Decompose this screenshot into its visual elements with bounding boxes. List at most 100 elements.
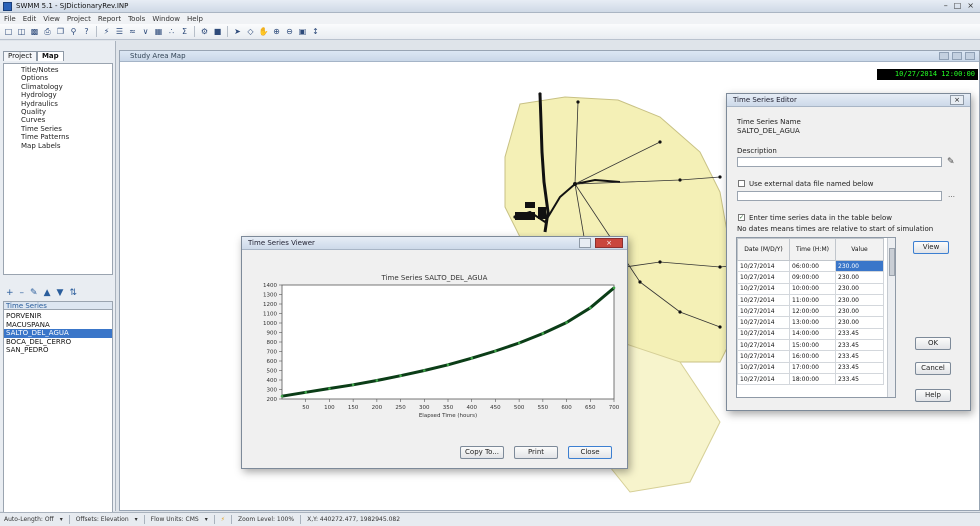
zoom-in-icon[interactable]: ⊕ bbox=[271, 26, 282, 37]
value-cell[interactable]: 233.45 bbox=[835, 339, 884, 352]
print-icon[interactable]: ⎙ bbox=[42, 26, 53, 37]
ok-button[interactable]: OK bbox=[915, 337, 951, 350]
time-cell[interactable]: 06:00:00 bbox=[789, 259, 836, 273]
date-cell[interactable]: 10/27/2014 bbox=[737, 350, 790, 363]
graph-icon[interactable]: ≈ bbox=[127, 26, 138, 37]
time-cell[interactable]: 10:00:00 bbox=[789, 282, 836, 295]
time-cell[interactable]: 11:00:00 bbox=[789, 293, 836, 307]
viewer-close-icon[interactable]: × bbox=[595, 238, 623, 248]
tree-item-quality[interactable]: Quality bbox=[7, 108, 109, 116]
select-arrow-icon[interactable]: ➤ bbox=[232, 26, 243, 37]
table-row[interactable]: 10/27/2014 17:00:00 233.45 bbox=[737, 361, 884, 374]
use-file-checkbox[interactable] bbox=[738, 180, 745, 187]
value-cell[interactable]: 230.00 bbox=[835, 259, 884, 273]
time-cell[interactable]: 12:00:00 bbox=[789, 305, 836, 318]
date-cell[interactable]: 10/27/2014 bbox=[737, 259, 790, 273]
flow-units-dropdown-icon[interactable]: ▾ bbox=[205, 516, 208, 523]
map-minimize-icon[interactable] bbox=[939, 52, 949, 60]
edit-description-icon[interactable]: ✎ bbox=[947, 157, 955, 167]
flow-units-status[interactable]: Flow Units: CMS bbox=[151, 516, 199, 523]
tree-item-title-notes[interactable]: Title/Notes bbox=[7, 66, 109, 74]
sort-icon[interactable]: ⇅ bbox=[69, 288, 77, 298]
cancel-button[interactable]: Cancel bbox=[915, 362, 951, 375]
date-cell[interactable]: 10/27/2014 bbox=[737, 271, 790, 284]
copy-to-button[interactable]: Copy To... bbox=[460, 446, 504, 459]
report-icon[interactable]: ☰ bbox=[114, 26, 125, 37]
value-cell[interactable]: 233.45 bbox=[835, 372, 884, 386]
add-object-icon[interactable]: + bbox=[6, 288, 14, 298]
time-cell[interactable]: 16:00:00 bbox=[789, 350, 836, 363]
menu-window[interactable]: Window bbox=[152, 15, 180, 23]
tree-item-hydrology[interactable]: Hydrology bbox=[7, 91, 109, 99]
map-close-icon[interactable] bbox=[965, 52, 975, 60]
save-icon[interactable]: ▩ bbox=[29, 26, 40, 37]
object-item-salto-del-agua[interactable]: SALTO_DEL_AGUA bbox=[4, 329, 112, 338]
object-item-macuspana[interactable]: MACUSPANA bbox=[4, 321, 112, 330]
menu-report[interactable]: Report bbox=[98, 15, 121, 23]
table-row[interactable]: 10/27/2014 18:00:00 233.45 bbox=[737, 372, 884, 386]
menu-tools[interactable]: Tools bbox=[128, 15, 145, 23]
menu-view[interactable]: View bbox=[43, 15, 60, 23]
table-row[interactable]: 10/27/2014 13:00:00 230.00 bbox=[737, 316, 884, 329]
editor-close-icon[interactable]: × bbox=[950, 95, 964, 105]
query-icon[interactable]: ? bbox=[81, 26, 92, 37]
value-cell[interactable]: 230.00 bbox=[835, 293, 884, 307]
print-button[interactable]: Print bbox=[514, 446, 558, 459]
tree-item-climatology[interactable]: Climatology bbox=[7, 83, 109, 91]
offsets-status[interactable]: Offsets: Elevation bbox=[76, 516, 129, 523]
value-cell[interactable]: 230.00 bbox=[835, 282, 884, 295]
move-down-icon[interactable]: ▼ bbox=[57, 288, 64, 298]
edit-object-icon[interactable]: ✎ bbox=[30, 288, 38, 298]
menu-help[interactable]: Help bbox=[187, 15, 203, 23]
date-cell[interactable]: 10/27/2014 bbox=[737, 327, 790, 341]
time-cell[interactable]: 09:00:00 bbox=[789, 271, 836, 284]
object-item-boca-del-cerro[interactable]: BOCA_DEL_CERRO bbox=[4, 338, 112, 347]
scatter-icon[interactable]: ∴ bbox=[166, 26, 177, 37]
date-cell[interactable]: 10/27/2014 bbox=[737, 282, 790, 295]
copy-icon[interactable]: ❐ bbox=[55, 26, 66, 37]
column-header-value[interactable]: Value bbox=[835, 238, 884, 261]
value-cell[interactable]: 233.45 bbox=[835, 361, 884, 374]
grid-scrollbar[interactable] bbox=[887, 238, 895, 397]
object-item-san-pedro[interactable]: SAN_PEDRO bbox=[4, 346, 112, 355]
close-button[interactable]: Close bbox=[568, 446, 612, 459]
time-series-grid[interactable]: Date (M/D/Y) Time (H:M) Value 10/27/2014… bbox=[736, 237, 896, 398]
full-extent-icon[interactable]: ▣ bbox=[297, 26, 308, 37]
options-icon[interactable]: ⚙ bbox=[199, 26, 210, 37]
table-row[interactable]: 10/27/2014 14:00:00 233.45 bbox=[737, 327, 884, 341]
table-row[interactable]: 10/27/2014 10:00:00 230.00 bbox=[737, 282, 884, 295]
auto-length-dropdown-icon[interactable]: ▾ bbox=[60, 516, 63, 523]
zoom-out-icon[interactable]: ⊖ bbox=[284, 26, 295, 37]
tree-item-options[interactable]: Options bbox=[7, 74, 109, 82]
date-cell[interactable]: 10/27/2014 bbox=[737, 305, 790, 318]
description-input[interactable] bbox=[737, 157, 942, 167]
tab-project[interactable]: Project bbox=[3, 51, 37, 61]
viewer-minimize-icon[interactable] bbox=[579, 238, 591, 248]
column-header-time[interactable]: Time (H:M) bbox=[789, 238, 836, 261]
value-cell[interactable]: 230.00 bbox=[835, 316, 884, 329]
map-maximize-icon[interactable] bbox=[952, 52, 962, 60]
table-row[interactable]: 10/27/2014 06:00:00 230.00 bbox=[737, 259, 884, 273]
date-cell[interactable]: 10/27/2014 bbox=[737, 339, 790, 352]
offsets-dropdown-icon[interactable]: ▾ bbox=[135, 516, 138, 523]
minimize-icon[interactable]: – bbox=[944, 1, 948, 10]
table-row[interactable]: 10/27/2014 16:00:00 233.45 bbox=[737, 350, 884, 363]
table-row[interactable]: 10/27/2014 12:00:00 230.00 bbox=[737, 305, 884, 318]
date-cell[interactable]: 10/27/2014 bbox=[737, 361, 790, 374]
table-row[interactable]: 10/27/2014 15:00:00 233.45 bbox=[737, 339, 884, 352]
measure-icon[interactable]: ↕ bbox=[310, 26, 321, 37]
profile-icon[interactable]: ∨ bbox=[140, 26, 151, 37]
file-path-input[interactable] bbox=[737, 191, 942, 201]
run-icon[interactable]: ⚡ bbox=[101, 26, 112, 37]
view-button[interactable]: View bbox=[913, 241, 949, 254]
value-cell[interactable]: 230.00 bbox=[835, 305, 884, 318]
help-button[interactable]: Help bbox=[915, 389, 951, 402]
tree-item-time-series[interactable]: Time Series bbox=[7, 125, 109, 133]
table-row[interactable]: 10/27/2014 11:00:00 230.00 bbox=[737, 293, 884, 307]
delete-object-icon[interactable]: – bbox=[20, 288, 25, 298]
name-value[interactable]: SALTO_DEL_AGUA bbox=[737, 127, 800, 135]
auto-length-status[interactable]: Auto-Length: Off bbox=[4, 516, 54, 523]
grid-scroll-thumb[interactable] bbox=[889, 248, 895, 276]
menu-edit[interactable]: Edit bbox=[23, 15, 37, 23]
time-cell[interactable]: 14:00:00 bbox=[789, 327, 836, 341]
